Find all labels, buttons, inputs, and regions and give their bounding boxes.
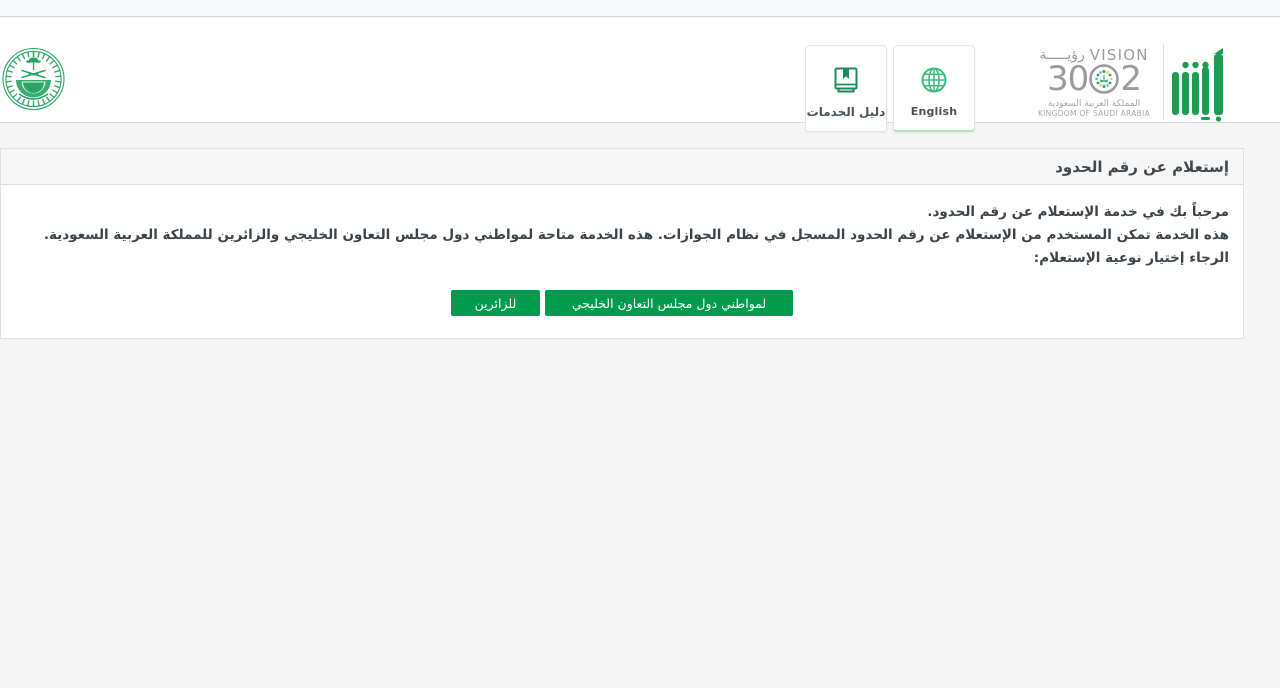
language-switch-button[interactable]: English: [893, 45, 975, 132]
page-title: إستعلام عن رقم الحدود: [1055, 157, 1229, 176]
vision-year: 2 30: [1047, 59, 1142, 99]
intro-line-welcome: مرحباً بك في خدمة الإستعلام عن رقم الحدو…: [927, 204, 1229, 220]
ministry-of-interior-emblem: [2, 46, 65, 112]
inquiry-type-buttons: لمواطني دول مجلس التعاون الخليجي للزائري…: [15, 290, 1229, 316]
visitors-button[interactable]: للزائرين: [451, 290, 540, 316]
vision-subtitle-ar: المملكة العربية السعودية: [1047, 99, 1141, 109]
header-divider: [1163, 44, 1164, 120]
intro-line-prompt: الرجاء إختيار نوعية الإستعلام:: [1033, 250, 1229, 266]
service-card-header: إستعلام عن رقم الحدود: [1, 149, 1243, 185]
services-guide-button[interactable]: دليل الخدمات: [805, 45, 887, 132]
service-card: إستعلام عن رقم الحدود مرحباً بك في خدمة …: [0, 148, 1244, 339]
language-switch-label: English: [910, 105, 958, 118]
globe-icon: [919, 63, 949, 97]
service-card-body: مرحباً بك في خدمة الإستعلام عن رقم الحدو…: [1, 185, 1243, 338]
vision-year-left: 2: [1120, 59, 1142, 99]
book-guide-icon: [831, 63, 861, 97]
vision-dots-emblem: [1089, 64, 1120, 94]
absher-logo: [1170, 42, 1230, 122]
gcc-citizens-button[interactable]: لمواطني دول مجلس التعاون الخليجي: [545, 290, 793, 316]
vision-subtitle-en: KINGDOM OF SAUDI ARABIA: [1037, 109, 1151, 118]
top-strip: [0, 0, 1280, 17]
vision-2030-logo: VISION رؤيـــــة 2 30 المملكة العربية ال…: [1030, 42, 1158, 122]
vision-year-right: 30: [1047, 59, 1089, 99]
site-header: English دليل الخدمات VISION رؤيـــــة 2 …: [0, 18, 1280, 132]
intro-line-description: هذه الخدمة تمكن المستخدم من الإستعلام عن…: [43, 227, 1229, 243]
services-guide-label: دليل الخدمات: [806, 105, 886, 119]
page-root: English دليل الخدمات VISION رؤيـــــة 2 …: [0, 0, 1280, 688]
header-tool-buttons: English دليل الخدمات: [805, 45, 975, 132]
